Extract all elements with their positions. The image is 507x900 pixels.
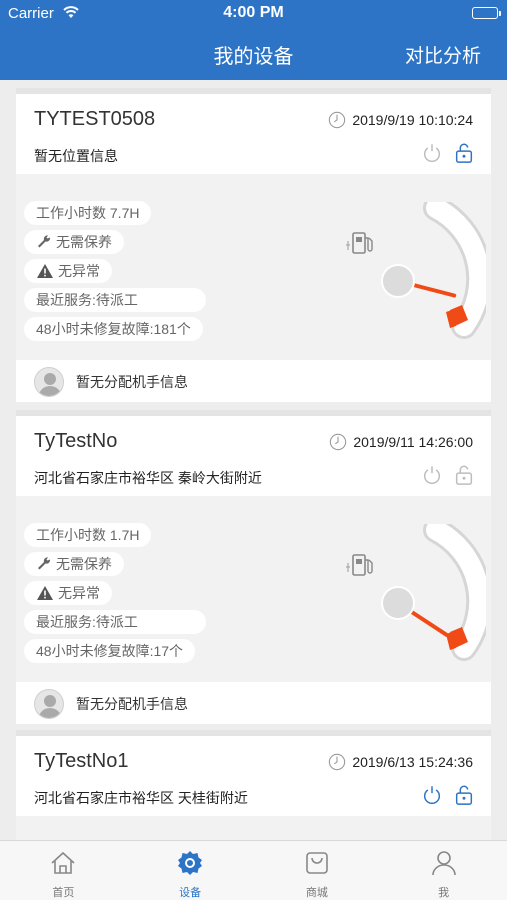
status-bar: Carrier 4:00 PM [0, 0, 507, 28]
home-icon [51, 851, 75, 874]
clock-icon [329, 753, 346, 771]
person-icon [431, 851, 456, 876]
person-avatar-icon [39, 373, 61, 396]
operator-info: 暂无分配机手信息 [76, 374, 188, 390]
maintenance-text: 无需保养 [56, 234, 112, 250]
top-bar: Carrier 4:00 PM 我的设备 对比分析 [0, 0, 507, 80]
shop-bag-icon [306, 852, 328, 874]
unrepaired-faults-text: 48小时未修复故障:181个 [36, 321, 191, 337]
recent-service-chip: 最近服务:待派工 [24, 288, 206, 312]
maintenance-text: 无需保养 [56, 556, 112, 572]
datetime-text: 2019/9/11 14:26:00 [353, 434, 473, 450]
tab-label: 我 [438, 887, 450, 899]
device-datetime: 2019/9/19 10:10:24 [328, 111, 473, 129]
battery-icon [472, 7, 501, 19]
device-card[interactable]: TyTestNo1 2019/6/13 15:24:36 河北省石家庄市裕华区 … [16, 730, 491, 840]
tab-label: 设备 [179, 887, 202, 899]
unrepaired-faults-text: 48小时未修复故障:17个 [36, 643, 184, 659]
recent-service-chip: 最近服务:待派工 [24, 610, 206, 634]
device-card-header[interactable]: TYTEST0508 2019/9/19 10:10:24 暂无位置信息 [16, 88, 491, 174]
operator-row[interactable]: 暂无分配机手信息 [16, 360, 491, 402]
fuel-pump-icon [346, 232, 373, 254]
device-name: TYTEST0508 [34, 108, 156, 130]
fuel-pump-icon [346, 554, 373, 576]
work-hours-chip: 工作小时数 1.7H [24, 523, 152, 547]
device-location: 河北省石家庄市裕华区 秦岭大街附近 [34, 470, 262, 486]
device-card[interactable]: TYTEST0508 2019/9/19 10:10:24 暂无位置信息 工作小… [16, 88, 491, 402]
datetime-text: 2019/9/19 10:10:24 [352, 112, 473, 128]
warning-icon [37, 264, 53, 278]
device-location: 河北省石家庄市裕华区 天桂街附近 [34, 790, 248, 806]
work-hours-text: 工作小时数 1.7H [36, 527, 140, 543]
person-avatar-icon [39, 695, 61, 718]
status-time: 4:00 PM [223, 4, 284, 21]
power-icon[interactable] [421, 142, 443, 164]
unlock-icon[interactable] [453, 142, 475, 164]
fuel-gauge [381, 524, 486, 661]
datetime-text: 2019/6/13 15:24:36 [352, 754, 473, 770]
recent-service-text: 最近服务:待派工 [36, 614, 138, 630]
device-card-header[interactable]: TyTestNo1 2019/6/13 15:24:36 河北省石家庄市裕华区 … [16, 730, 491, 816]
gear-icon [178, 851, 203, 875]
avatar [34, 367, 64, 397]
warning-icon [37, 586, 53, 600]
maintenance-chip: 无需保养 [24, 230, 124, 254]
tab-label: 商城 [305, 887, 328, 899]
work-hours-text: 工作小时数 7.7H [36, 205, 140, 221]
device-location: 暂无位置信息 [34, 148, 118, 164]
unrepaired-faults-chip: 48小时未修复故障:181个 [24, 317, 203, 341]
abnormal-text: 无异常 [58, 585, 100, 601]
tab-home[interactable]: 首页 [0, 841, 127, 900]
power-icon[interactable] [421, 784, 443, 806]
abnormal-chip: 无异常 [24, 259, 112, 283]
wrench-icon [38, 557, 51, 570]
abnormal-chip: 无异常 [24, 581, 112, 605]
device-datetime: 2019/6/13 15:24:36 [328, 753, 473, 771]
unlock-icon[interactable] [453, 464, 475, 486]
device-datetime: 2019/9/11 14:26:00 [329, 433, 473, 451]
power-icon[interactable] [421, 464, 443, 486]
tab-devices[interactable]: 设备 [127, 841, 254, 900]
work-hours-chip: 工作小时数 7.7H [24, 201, 152, 225]
tab-shop[interactable]: 商城 [254, 841, 381, 900]
device-card[interactable]: TyTestNo 2019/9/11 14:26:00 河北省石家庄市裕华区 秦… [16, 410, 491, 724]
tab-label: 首页 [52, 887, 75, 899]
abnormal-text: 无异常 [58, 263, 100, 279]
operator-info: 暂无分配机手信息 [76, 696, 188, 712]
clock-icon [330, 433, 347, 451]
fuel-gauge [381, 202, 486, 339]
device-list[interactable]: TYTEST0508 2019/9/19 10:10:24 暂无位置信息 工作小… [16, 80, 491, 840]
device-card-header[interactable]: TyTestNo 2019/9/11 14:26:00 河北省石家庄市裕华区 秦… [16, 410, 491, 496]
compare-analysis-button[interactable]: 对比分析 [405, 41, 481, 68]
operator-row[interactable]: 暂无分配机手信息 [16, 682, 491, 724]
clock-icon [329, 111, 346, 129]
tab-bar: 首页 设备 商城 我 [0, 840, 507, 900]
tab-me[interactable]: 我 [380, 841, 507, 900]
avatar [34, 689, 64, 719]
device-name: TyTestNo [34, 430, 118, 452]
device-name: TyTestNo1 [34, 750, 129, 772]
device-card-body: 工作小时数 1.7H 无需保养 无异常 最近服务:待派工 48小时未修复故障:1… [16, 496, 491, 682]
unrepaired-faults-chip: 48小时未修复故障:17个 [24, 639, 196, 663]
recent-service-text: 最近服务:待派工 [36, 292, 138, 308]
nav-bar: 我的设备 对比分析 [0, 28, 507, 80]
device-card-body: 工作小时数 7.7H 无需保养 无异常 最近服务:待派工 48小时未修复故障:1… [16, 174, 491, 360]
device-card-body [16, 816, 491, 840]
maintenance-chip: 无需保养 [24, 552, 124, 576]
wrench-icon [38, 235, 51, 248]
unlock-icon[interactable] [453, 784, 475, 806]
